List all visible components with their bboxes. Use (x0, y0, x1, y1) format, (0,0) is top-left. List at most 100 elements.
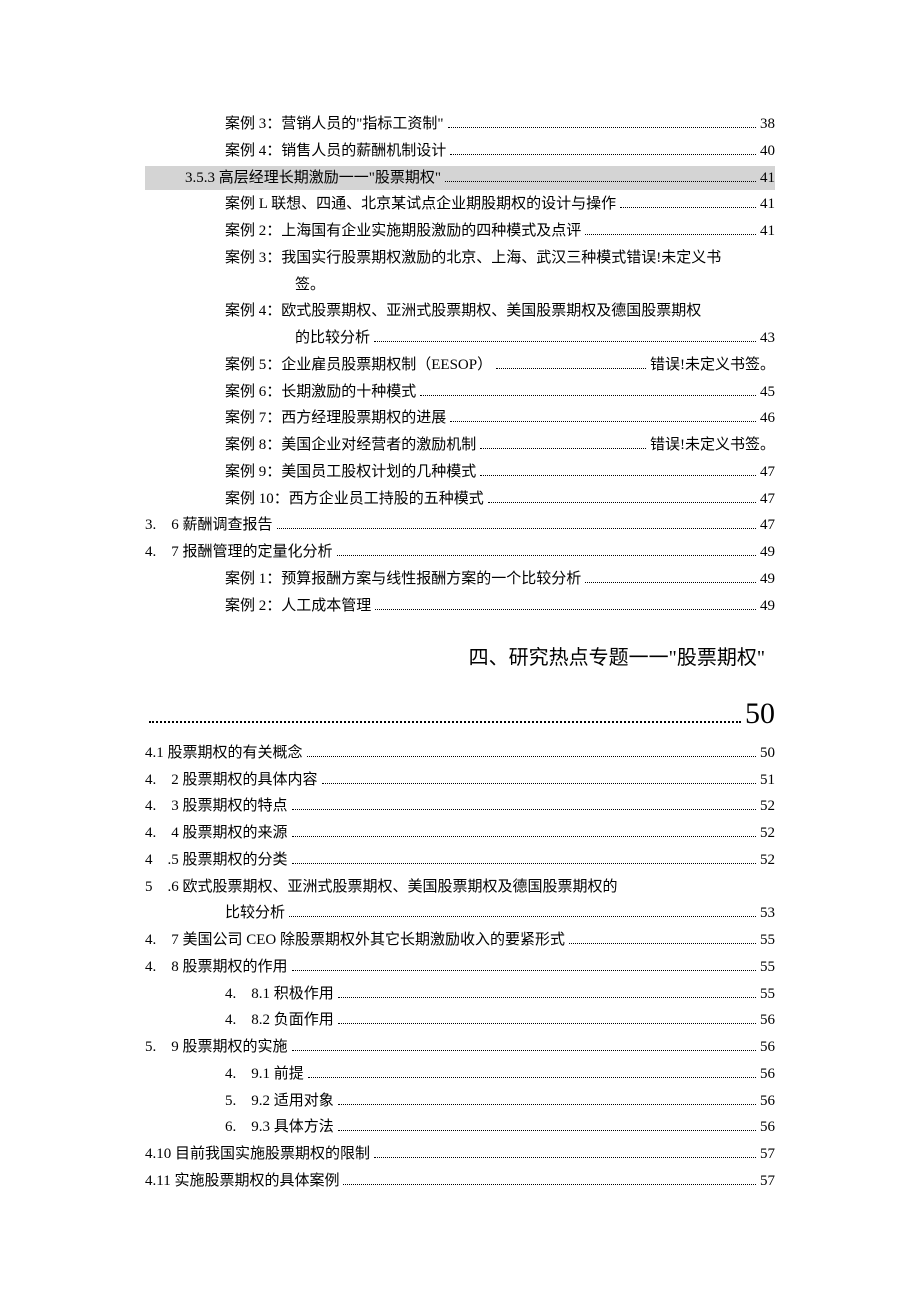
toc-page-number: 55 (760, 955, 775, 980)
toc-leader-dots (292, 969, 756, 971)
toc-label: 4. 8.2 负面作用 (225, 1008, 334, 1033)
toc-entry: 5. 9 股票期权的实施 56 (145, 1035, 775, 1060)
toc-label: 案例 8：美国企业对经营者的激励机制 (225, 433, 476, 458)
toc-page-number: 45 (760, 380, 775, 405)
toc-page-number: 错误!未定义书签。 (650, 433, 775, 458)
toc-page-number: 38 (760, 112, 775, 137)
toc-label: 案例 3：营销人员的"指标工资制" (225, 112, 444, 137)
toc-entry: 4. 8.1 积极作用 55 (145, 982, 775, 1007)
toc-label: 案例 7：西方经理股票期权的进展 (225, 406, 446, 431)
toc-leader-dots (450, 420, 756, 422)
toc-label: 4. 8 股票期权的作用 (145, 955, 288, 980)
toc-label: 案例 6：长期激励的十种模式 (225, 380, 416, 405)
toc-label: 4. 8.1 积极作用 (225, 982, 334, 1007)
toc-entry: 案例 L 联想、四通、北京某试点企业期股期权的设计与操作 41 (145, 192, 775, 217)
toc-entry: 案例 7：西方经理股票期权的进展 46 (145, 406, 775, 431)
toc-entry: 案例 8：美国企业对经营者的激励机制 错误!未定义书签。 (145, 433, 775, 458)
toc-label: 的比较分析 (295, 326, 370, 351)
toc-page-number: 40 (760, 139, 775, 164)
toc-entry-continuation: 比较分析 53 (145, 901, 775, 926)
toc-label: 案例 2：人工成本管理 (225, 594, 371, 619)
toc-entry: 案例 2：上海国有企业实施期股激励的四种模式及点评 41 (145, 219, 775, 244)
toc-page-number: 50 (760, 741, 775, 766)
toc-page-number: 56 (760, 1008, 775, 1033)
toc-leader-dots (569, 942, 756, 944)
toc-page-number: 41 (760, 219, 775, 244)
toc-page-number: 52 (760, 821, 775, 846)
toc-leader-dots (448, 126, 757, 128)
toc-leader-dots (307, 755, 756, 757)
toc-entry: 4.1 股票期权的有关概念 50 (145, 741, 775, 766)
toc-label: 4. 9.1 前提 (225, 1062, 304, 1087)
toc-page-number: 43 (760, 326, 775, 351)
toc-entry: 案例 1：预算报酬方案与线性报酬方案的一个比较分析 49 (145, 567, 775, 592)
toc-page-number: 56 (760, 1062, 775, 1087)
toc-leader-dots (338, 996, 756, 998)
toc-entry: 4. 2 股票期权的具体内容 51 (145, 768, 775, 793)
toc-page-number: 46 (760, 406, 775, 431)
toc-entry: 案例 6：长期激励的十种模式 45 (145, 380, 775, 405)
toc-leader-dots (450, 153, 756, 155)
toc-leader-dots (585, 581, 756, 583)
toc-leader-dots (338, 1022, 756, 1024)
toc-entry: 6. 9.3 具体方法 56 (145, 1115, 775, 1140)
toc-entry: 4. 3 股票期权的特点 52 (145, 794, 775, 819)
section-heading: 四、研究热点专题一一"股票期权" (145, 642, 775, 675)
toc-leader-dots (480, 474, 756, 476)
toc-leader-dots (420, 394, 756, 396)
toc-page-number: 56 (760, 1089, 775, 1114)
toc-label: 6. 9.3 具体方法 (225, 1115, 334, 1140)
toc-leader-dots (277, 527, 756, 529)
toc-page-number: 51 (760, 768, 775, 793)
toc-page-number: 41 (760, 166, 775, 191)
toc-leader-dots (338, 1103, 756, 1105)
toc-label: 3. 6 薪酬调查报告 (145, 513, 273, 538)
toc-label: 5. 9 股票期权的实施 (145, 1035, 288, 1060)
toc-page-number: 57 (760, 1142, 775, 1167)
toc-label: 4. 7 美国公司 CEO 除股票期权外其它长期激励收入的要紧形式 (145, 928, 565, 953)
toc-entry: 案例 4：销售人员的薪酬机制设计 40 (145, 139, 775, 164)
toc-entry: 4. 7 报酬管理的定量化分析 49 (145, 540, 775, 565)
toc-page-number: 57 (760, 1169, 775, 1194)
toc-leader-dots (445, 180, 756, 182)
toc-entry: 案例 3：营销人员的"指标工资制" 38 (145, 112, 775, 137)
toc-label: 4. 7 报酬管理的定量化分析 (145, 540, 333, 565)
toc-label: 4. 3 股票期权的特点 (145, 794, 288, 819)
toc-leader-dots (292, 835, 756, 837)
toc-entry: 4.11 实施股票期权的具体案例 57 (145, 1169, 775, 1194)
toc-entry-wrapped: 案例 4：欧式股票期权、亚洲式股票期权、美国股票期权及德国股票期权 (145, 299, 775, 324)
toc-entry: 4. 9.1 前提 56 (145, 1062, 775, 1087)
toc-leader-dots (292, 808, 756, 810)
toc-leader-dots (308, 1076, 756, 1078)
toc-page-number: 52 (760, 848, 775, 873)
toc-label: 案例 2：上海国有企业实施期股激励的四种模式及点评 (225, 219, 581, 244)
toc-leader-dots (338, 1129, 756, 1131)
toc-section-page-number: 50 (745, 689, 775, 739)
toc-leader-dots (289, 915, 756, 917)
toc-entry-continuation: 签。 (145, 273, 775, 298)
toc-label: 案例 5：企业雇员股票期权制（EESOP） (225, 353, 492, 378)
toc-leader-dots (149, 720, 741, 723)
toc-entry: 4. 4 股票期权的来源 52 (145, 821, 775, 846)
toc-label: 4.10 目前我国实施股票期权的限制 (145, 1142, 370, 1167)
toc-label: 4. 4 股票期权的来源 (145, 821, 288, 846)
toc-leader-dots (374, 340, 756, 342)
toc-leader-dots (337, 554, 756, 556)
toc-entry-highlighted: 3.5.3 高层经理长期激励一一"股票期权" 41 (145, 166, 775, 191)
toc-page-number: 41 (760, 192, 775, 217)
toc-page-number: 错误!未定义书签。 (650, 353, 775, 378)
toc-entry: 案例 10：西方企业员工持股的五种模式 47 (145, 487, 775, 512)
toc-label: 签。 (295, 273, 325, 298)
toc-label: 案例 L 联想、四通、北京某试点企业期股期权的设计与操作 (225, 192, 616, 217)
toc-label: 5 .6 欧式股票期权、亚洲式股票期权、美国股票期权及德国股票期权的 (145, 879, 618, 895)
toc-label: 比较分析 (225, 901, 285, 926)
toc-entry: 4. 8 股票期权的作用 55 (145, 955, 775, 980)
toc-label: 4 .5 股票期权的分类 (145, 848, 288, 873)
toc-label: 4.1 股票期权的有关概念 (145, 741, 303, 766)
toc-entry: 4 .5 股票期权的分类 52 (145, 848, 775, 873)
toc-page-number: 49 (760, 594, 775, 619)
toc-label: 案例 4：销售人员的薪酬机制设计 (225, 139, 446, 164)
document-page: 案例 3：营销人员的"指标工资制" 38 案例 4：销售人员的薪酬机制设计 40… (0, 0, 920, 1296)
toc-leader-dots (480, 447, 646, 449)
toc-page-number: 49 (760, 567, 775, 592)
